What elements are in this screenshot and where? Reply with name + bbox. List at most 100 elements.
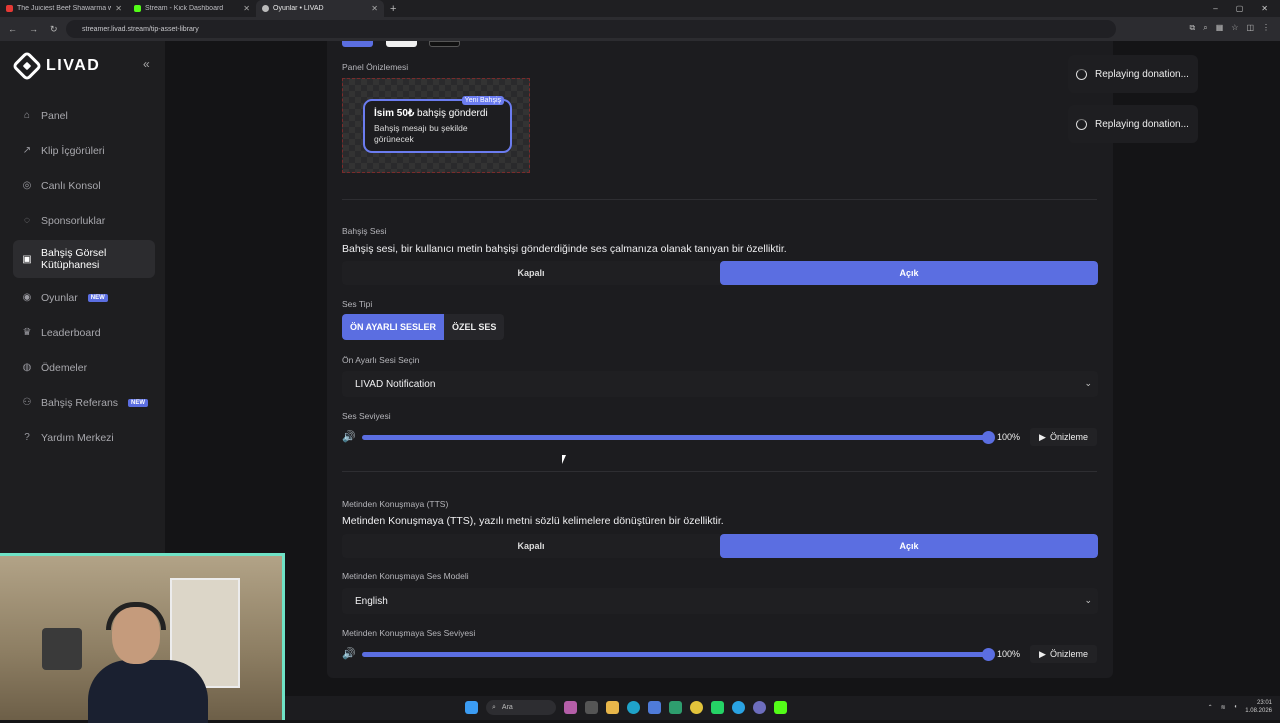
sidebar-item-6[interactable]: ♛ Leaderboard bbox=[13, 315, 155, 350]
volume-thumb[interactable] bbox=[982, 431, 995, 444]
console-icon: ◎ bbox=[22, 180, 32, 191]
tts-on-button[interactable]: Açık bbox=[720, 534, 1098, 558]
bookmark-icon[interactable]: ☆ bbox=[1231, 23, 1238, 33]
chevron-down-icon: ⌄ bbox=[1084, 595, 1092, 605]
taskbar-search[interactable]: ⌕ Ara bbox=[486, 700, 556, 715]
sidebar-item-9[interactable]: ? Yardım Merkezi bbox=[13, 420, 155, 455]
puzzle-icon[interactable]: ◫ bbox=[1246, 23, 1254, 33]
color-swatch[interactable] bbox=[429, 41, 460, 47]
spinner-icon bbox=[1076, 68, 1087, 80]
task-view-icon[interactable] bbox=[585, 701, 598, 714]
users-icon: ⚇ bbox=[22, 397, 32, 408]
collapse-sidebar-icon[interactable]: « bbox=[143, 57, 150, 71]
maximize-icon[interactable]: ▢ bbox=[1236, 4, 1244, 13]
telegram-icon[interactable] bbox=[732, 701, 745, 714]
sound-toggle: Kapalı Açık bbox=[342, 261, 1098, 285]
close-window-icon[interactable]: ✕ bbox=[1261, 4, 1268, 13]
obs-icon[interactable] bbox=[774, 701, 787, 714]
tray-chevron-icon[interactable]: ⌃ bbox=[1208, 704, 1213, 711]
sound-off-button[interactable]: Kapalı bbox=[342, 261, 720, 285]
sidebar-nav: ⌂ Panel ↗ Klip İçgörüleri ◎ Canlı Konsol ◌ Spon… bbox=[13, 98, 155, 455]
widgets-icon[interactable] bbox=[564, 701, 577, 714]
sidebar-item-label: Panel bbox=[41, 109, 68, 122]
speaker-icon[interactable]: 🔊 bbox=[342, 430, 356, 443]
color-swatch[interactable] bbox=[386, 41, 417, 47]
preview-button-label: Önizleme bbox=[1049, 649, 1088, 659]
payment-icon: ◍ bbox=[22, 362, 32, 373]
edge-icon[interactable] bbox=[627, 701, 640, 714]
library-icon: ▣ bbox=[22, 253, 32, 265]
volume-track[interactable] bbox=[362, 435, 989, 440]
sidebar-item-0[interactable]: ⌂ Panel bbox=[13, 98, 155, 133]
notification-toast: Replaying donation... bbox=[1068, 55, 1198, 93]
sidebar-item-5[interactable]: ◉ Oyunlar NEW bbox=[13, 280, 155, 315]
url-field[interactable]: streamer.livad.stream/tip-asset-library bbox=[66, 20, 1116, 38]
taskbar: ⌕ Ara ⌃ ≋ ◖ 23:01 1.08.2026 bbox=[285, 696, 1280, 720]
extension-icon[interactable]: ▦ bbox=[1216, 23, 1224, 33]
back-icon[interactable]: ← bbox=[8, 24, 17, 34]
sound-description: Bahşiş sesi, bir kullanıcı metin bahşişi… bbox=[342, 243, 787, 255]
whatsapp-icon[interactable] bbox=[711, 701, 724, 714]
zoom-icon[interactable]: ⌕ bbox=[1203, 23, 1207, 33]
volume-icon[interactable]: ◖ bbox=[1234, 704, 1238, 710]
sidebar-item-3[interactable]: ◌ Sponsorluklar bbox=[13, 203, 155, 238]
sidebar-item-4[interactable]: ▣ Bahşiş Görsel Kütüphanesi bbox=[13, 240, 155, 278]
volume-track[interactable] bbox=[362, 652, 989, 657]
logo[interactable]: LIVAD bbox=[11, 50, 100, 82]
menu-icon[interactable]: ⋮ bbox=[1262, 23, 1270, 33]
windows-start-icon[interactable] bbox=[465, 701, 478, 714]
sound-on-button[interactable]: Açık bbox=[720, 261, 1098, 285]
app-icon[interactable] bbox=[669, 701, 682, 714]
sidebar-item-7[interactable]: ◍ Ödemeler bbox=[13, 350, 155, 385]
translate-icon[interactable]: ⧉ bbox=[1190, 23, 1196, 33]
play-icon: ▶ bbox=[1039, 648, 1046, 659]
custom-sound-button[interactable]: ÖZEL SES bbox=[444, 314, 505, 340]
new-badge: NEW bbox=[87, 293, 108, 302]
chevron-down-icon: ⌄ bbox=[1084, 378, 1092, 388]
new-tab-icon[interactable]: + bbox=[384, 3, 402, 15]
clock[interactable]: 23:01 1.08.2026 bbox=[1245, 699, 1272, 715]
close-icon[interactable]: ✕ bbox=[115, 4, 122, 13]
tts-label: Metinden Konuşmaya (TTS) bbox=[342, 499, 449, 509]
browser-tab[interactable]: Stream - Kick Dashboard ✕ bbox=[128, 0, 256, 17]
speaker-icon[interactable]: 🔊 bbox=[342, 647, 356, 660]
divider bbox=[342, 199, 1097, 200]
close-icon[interactable]: ✕ bbox=[243, 4, 250, 13]
browser-toolbar-icons: ⧉ ⌕ ▦ ☆ ◫ ⋮ bbox=[1190, 23, 1271, 33]
preset-sound-select[interactable]: LIVAD Notification ⌄ bbox=[342, 371, 1098, 397]
sound-volume-slider: 🔊 100% ▶ Önizleme bbox=[342, 428, 1098, 446]
sidebar-item-label: Bahşiş Referans bbox=[41, 396, 119, 409]
close-icon[interactable]: ✕ bbox=[371, 4, 378, 13]
volume-thumb[interactable] bbox=[982, 648, 995, 661]
youtube-icon bbox=[6, 5, 13, 12]
preset-sounds-button[interactable]: ÖN AYARLI SESLER bbox=[342, 314, 445, 340]
tts-toggle: Kapalı Açık bbox=[342, 534, 1098, 558]
file-explorer-icon[interactable] bbox=[606, 701, 619, 714]
forward-icon[interactable]: → bbox=[29, 24, 38, 34]
search-placeholder: Ara bbox=[501, 704, 513, 711]
chrome-icon[interactable] bbox=[690, 701, 703, 714]
minimize-icon[interactable]: – bbox=[1213, 4, 1217, 13]
store-icon[interactable] bbox=[648, 701, 661, 714]
tts-model-select[interactable]: English ⌄ bbox=[342, 588, 1098, 614]
sound-preview-button[interactable]: ▶ Önizleme bbox=[1030, 428, 1097, 446]
sidebar-item-1[interactable]: ↗ Klip İçgörüleri bbox=[13, 133, 155, 168]
sidebar-item-label: Bahşiş Görsel Kütüphanesi bbox=[41, 247, 107, 271]
webcam-overlay bbox=[0, 553, 285, 723]
gamepad-icon: ◉ bbox=[22, 292, 32, 303]
preview-label: Panel Önizlemesi bbox=[342, 62, 409, 72]
taskbar-apps: ⌕ Ara bbox=[465, 700, 787, 715]
wifi-icon[interactable]: ≋ bbox=[1221, 704, 1226, 711]
reload-icon[interactable]: ↻ bbox=[50, 24, 58, 35]
tts-off-button[interactable]: Kapalı bbox=[342, 534, 720, 558]
browser-tab-active[interactable]: Oyunlar • LIVAD ✕ bbox=[256, 0, 384, 17]
new-badge: NEW bbox=[128, 398, 149, 407]
color-swatch[interactable] bbox=[342, 41, 373, 47]
sidebar-item-8[interactable]: ⚇ Bahşiş Referans NEW bbox=[13, 385, 155, 420]
divider bbox=[342, 471, 1097, 472]
sidebar-item-2[interactable]: ◎ Canlı Konsol bbox=[13, 168, 155, 203]
browser-tab[interactable]: The Juiciest Beef Shawarma wi ✕ bbox=[0, 0, 128, 17]
tts-preview-button[interactable]: ▶ Önizleme bbox=[1030, 645, 1097, 663]
app-icon[interactable] bbox=[753, 701, 766, 714]
toast-amount: İsim 50₺ bbox=[374, 108, 415, 119]
